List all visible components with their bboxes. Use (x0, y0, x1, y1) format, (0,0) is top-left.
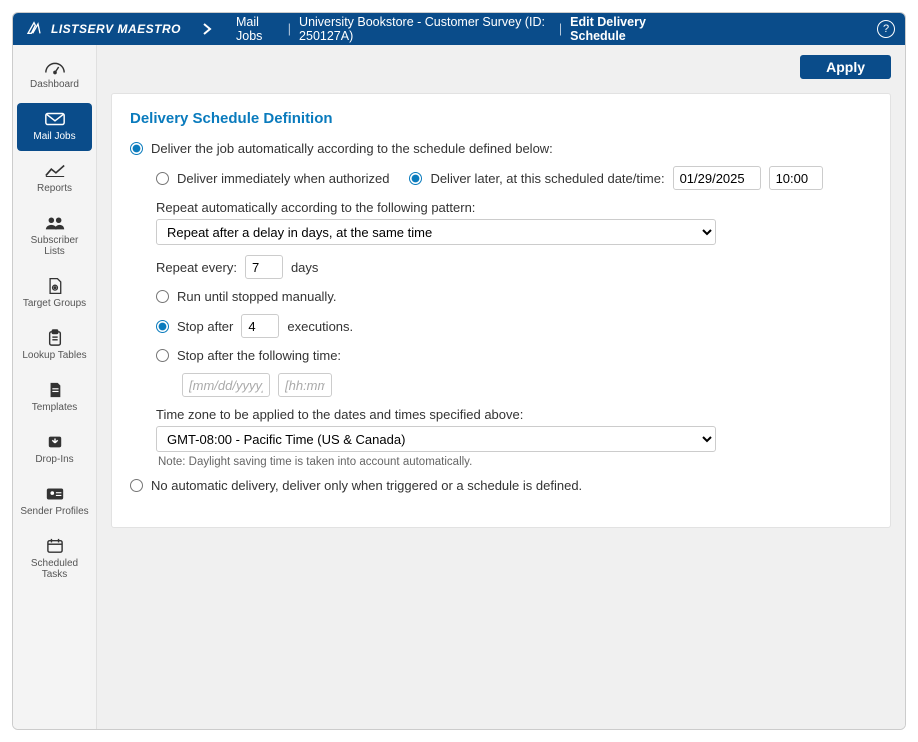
row-tz-select: GMT-08:00 - Pacific Time (US & Canada) (156, 426, 872, 452)
repeat-every-suffix: days (291, 260, 318, 275)
stop-after-input[interactable] (241, 314, 279, 338)
download-box-icon (44, 433, 66, 451)
sidebar-item-label: Dashboard (30, 79, 79, 90)
stop-time-label: Stop after the following time: (177, 348, 341, 363)
sidebar-item-label: Target Groups (23, 298, 86, 309)
id-card-icon (44, 485, 66, 503)
target-file-icon (44, 277, 66, 295)
schedule-date-input[interactable] (673, 166, 761, 190)
no-auto-radio[interactable] (130, 479, 143, 492)
row-repeat-label: Repeat automatically according to the fo… (156, 200, 872, 215)
sidebar-item-label: Templates (32, 402, 78, 413)
breadcrumb-section[interactable]: Mail Jobs (236, 15, 280, 43)
sidebar-item-dashboard[interactable]: Dashboard (17, 51, 92, 99)
sidebar-item-label: Reports (37, 183, 72, 194)
repeat-pattern-label: Repeat automatically according to the fo… (156, 200, 475, 215)
sidebar-item-subscriber-lists[interactable]: Subscriber Lists (17, 207, 92, 266)
breadcrumb-job[interactable]: University Bookstore - Customer Survey (… (299, 15, 551, 43)
repeat-every-prefix: Repeat every: (156, 260, 237, 275)
row-stop-time-inputs (182, 373, 872, 397)
sidebar-item-label: Subscriber Lists (20, 235, 89, 257)
row-stop-manual: Run until stopped manually. (156, 289, 872, 304)
main-content: Apply Delivery Schedule Definition Deliv… (97, 45, 905, 729)
row-deliver-when: Deliver immediately when authorized Deli… (156, 166, 872, 190)
sidebar-item-drop-ins[interactable]: Drop-Ins (17, 426, 92, 474)
sidebar-item-label: Mail Jobs (33, 131, 75, 142)
deliver-immediate-label: Deliver immediately when authorized (177, 171, 389, 186)
help-glyph: ? (883, 23, 889, 35)
row-stop-time: Stop after the following time: (156, 348, 872, 363)
sidebar-item-label: Scheduled Tasks (20, 558, 89, 580)
deliver-auto-label: Deliver the job automatically according … (151, 141, 553, 156)
row-tz-label: Time zone to be applied to the dates and… (156, 407, 872, 422)
sidebar-item-scheduled-tasks[interactable]: Scheduled Tasks (17, 530, 92, 589)
panel-title: Delivery Schedule Definition (130, 110, 872, 127)
stop-time-input[interactable] (278, 373, 332, 397)
app-logo-icon (23, 19, 45, 37)
deliver-later-label: Deliver later, at this scheduled date/ti… (430, 171, 664, 186)
sidebar-item-templates[interactable]: Templates (17, 374, 92, 422)
sidebar-item-reports[interactable]: Reports (17, 155, 92, 203)
deliver-immediate-radio[interactable] (156, 172, 169, 185)
app-frame: LISTSERV MAESTRO Mail Jobs | University … (12, 12, 906, 730)
sidebar-item-sender-profiles[interactable]: Sender Profiles (17, 478, 92, 526)
envelope-icon (44, 110, 66, 128)
sidebar-item-label: Sender Profiles (20, 506, 88, 517)
sidebar-item-lookup-tables[interactable]: Lookup Tables (17, 322, 92, 370)
stop-time-radio[interactable] (156, 349, 169, 362)
brand-text: LISTSERV MAESTRO (51, 22, 181, 36)
row-stop-after: Stop after executions. (156, 314, 872, 338)
breadcrumb-separator: | (286, 22, 293, 36)
schedule-panel: Delivery Schedule Definition Deliver the… (111, 93, 891, 528)
schedule-time-input[interactable] (769, 166, 823, 190)
gauge-icon (44, 58, 66, 76)
stop-after-suffix: executions. (287, 319, 353, 334)
repeat-pattern-select[interactable]: Repeat after a delay in days, at the sam… (156, 219, 716, 245)
auto-subgroup: Deliver immediately when authorized Deli… (156, 166, 872, 468)
breadcrumb-page: Edit Delivery Schedule (570, 15, 682, 43)
calendar-icon (44, 537, 66, 555)
no-auto-label: No automatic delivery, deliver only when… (151, 478, 582, 493)
repeat-every-input[interactable] (245, 255, 283, 279)
users-icon (44, 214, 66, 232)
apply-button[interactable]: Apply (800, 55, 891, 79)
action-bar: Apply (111, 55, 891, 79)
body-area: Dashboard Mail Jobs Reports (13, 45, 905, 729)
breadcrumb: Mail Jobs | University Bookstore - Custo… (236, 15, 682, 43)
breadcrumb-separator: | (557, 22, 564, 36)
stop-manual-radio[interactable] (156, 290, 169, 303)
stop-manual-label: Run until stopped manually. (177, 289, 336, 304)
sidebar-item-mail-jobs[interactable]: Mail Jobs (17, 103, 92, 151)
timezone-note: Note: Daylight saving time is taken into… (158, 456, 872, 468)
stop-date-input[interactable] (182, 373, 270, 397)
document-icon (44, 381, 66, 399)
row-repeat-every: Repeat every: days (156, 255, 872, 279)
stop-after-radio[interactable] (156, 320, 169, 333)
clipboard-icon (44, 329, 66, 347)
stop-after-prefix: Stop after (177, 319, 233, 334)
chevron-right-icon[interactable] (197, 23, 217, 35)
chart-line-icon (44, 162, 66, 180)
timezone-label: Time zone to be applied to the dates and… (156, 407, 523, 422)
help-icon[interactable]: ? (877, 20, 895, 38)
row-repeat-select: Repeat after a delay in days, at the sam… (156, 219, 872, 245)
deliver-later-radio[interactable] (409, 172, 422, 185)
sidebar-item-label: Lookup Tables (22, 350, 86, 361)
sidebar-item-label: Drop-Ins (35, 454, 73, 465)
row-no-auto: No automatic delivery, deliver only when… (130, 478, 872, 493)
sidebar: Dashboard Mail Jobs Reports (13, 45, 97, 729)
deliver-auto-radio[interactable] (130, 142, 143, 155)
sidebar-item-target-groups[interactable]: Target Groups (17, 270, 92, 318)
timezone-select[interactable]: GMT-08:00 - Pacific Time (US & Canada) (156, 426, 716, 452)
topbar-left: LISTSERV MAESTRO (23, 19, 217, 40)
row-deliver-auto: Deliver the job automatically according … (130, 141, 872, 156)
topbar: LISTSERV MAESTRO Mail Jobs | University … (13, 13, 905, 45)
